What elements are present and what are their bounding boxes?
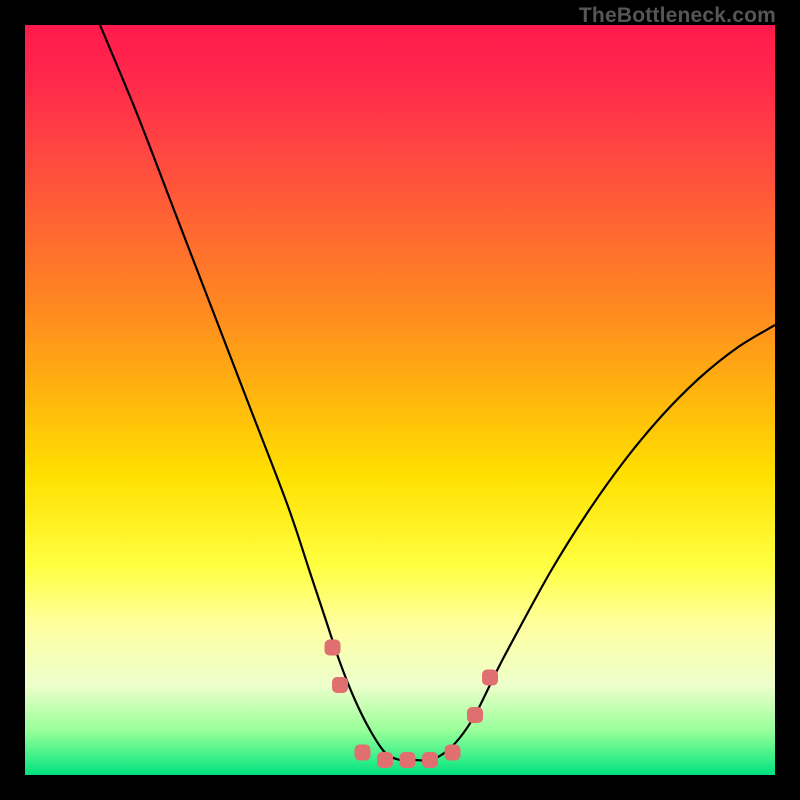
marker-point <box>467 707 483 723</box>
marker-point <box>445 745 461 761</box>
marker-point <box>400 752 416 768</box>
plot-area <box>25 25 775 775</box>
chart-frame: TheBottleneck.com <box>0 0 800 800</box>
marker-point <box>332 677 348 693</box>
markers-group <box>325 640 499 769</box>
marker-point <box>325 640 341 656</box>
marker-point <box>482 670 498 686</box>
marker-point <box>355 745 371 761</box>
marker-point <box>422 752 438 768</box>
curve-path <box>100 25 775 761</box>
watermark-text: TheBottleneck.com <box>579 4 776 28</box>
marker-point <box>377 752 393 768</box>
chart-svg <box>25 25 775 775</box>
